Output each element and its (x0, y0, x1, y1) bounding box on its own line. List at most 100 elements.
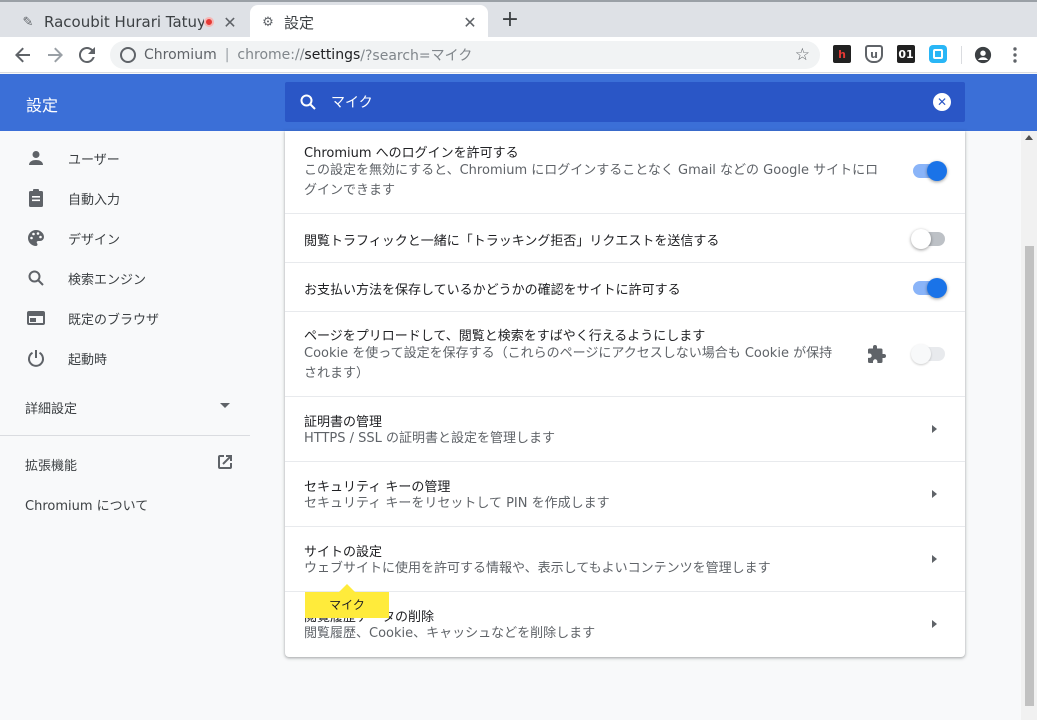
toggle-payment-methods[interactable] (913, 278, 947, 298)
url-scheme: chrome:// (237, 47, 305, 63)
bookmark-star-icon[interactable]: ☆ (795, 45, 810, 65)
chevron-down-icon[interactable] (220, 403, 230, 408)
sidebar-item-autofill[interactable]: 自動入力 (0, 178, 250, 218)
sidebar-advanced[interactable]: 詳細設定 (25, 398, 77, 417)
search-icon (24, 270, 48, 286)
browser-icon (24, 311, 48, 325)
privacy-settings-card: Chromium へのログインを許可する この設定を無効にすると、Chromiu… (285, 131, 965, 657)
settings-search[interactable]: マイク ✕ (285, 82, 965, 122)
scrollbar[interactable] (1021, 131, 1037, 720)
settings-header: 設定 マイク ✕ (0, 74, 1037, 131)
tab-racoubit[interactable]: ✎ Racoubit Hurari Tatuya ✕ (10, 5, 248, 39)
browser-toolbar: Chromium | chrome:// settings /?search=マ… (0, 37, 1037, 73)
sidebar-item-label: 自動入力 (68, 192, 121, 208)
feather-icon: ✎ (22, 14, 34, 30)
extension-puzzle-icon[interactable] (867, 345, 887, 369)
back-button[interactable] (7, 39, 39, 71)
palette-icon (24, 229, 48, 247)
new-tab-button[interactable]: + (498, 8, 522, 32)
close-tab-button[interactable]: ✕ (222, 13, 238, 32)
url-host: settings (304, 47, 361, 63)
person-icon (24, 150, 48, 166)
search-icon (285, 94, 331, 110)
sidebar-item-label: 既定のブラウザ (68, 312, 160, 328)
sidebar: ユーザー 自動入力 デザイン 検索エンジン 既定のブラウザ 起動時 詳細設定 拡… (0, 131, 250, 720)
toggle-allow-signin[interactable] (913, 161, 947, 181)
reload-button[interactable] (71, 39, 103, 71)
sidebar-item-label: 検索エンジン (68, 272, 147, 288)
tab-title: 設定 (284, 13, 315, 32)
setting-label: サイトの設定 (304, 545, 383, 560)
setting-description: この設定を無効にすると、Chromium にログインすることなく Gmail な… (304, 163, 879, 198)
chevron-right-icon (932, 555, 937, 563)
recording-icon (204, 17, 214, 27)
address-bar[interactable]: Chromium | chrome:// settings /?search=マ… (110, 41, 820, 69)
setting-row-do-not-track[interactable]: 閲覧トラフィックと一緒に「トラッキング拒否」リクエストを送信する (285, 214, 965, 263)
page-title: 設定 (26, 96, 59, 115)
sidebar-item-appearance[interactable]: デザイン (0, 218, 250, 258)
origin-separator: | (224, 47, 230, 63)
setting-row-security-keys[interactable]: セキュリティ キーの管理 セキュリティ キーをリセットして PIN を作成します (285, 462, 965, 527)
setting-description: セキュリティ キーをリセットして PIN を作成します (304, 496, 610, 511)
open-in-new-icon[interactable] (217, 454, 233, 474)
h-extension-icon[interactable]: h (833, 45, 851, 63)
sidebar-extensions[interactable]: 拡張機能 (25, 455, 77, 474)
search-input[interactable]: マイク (331, 92, 933, 112)
scroll-up-arrow-icon[interactable] (1025, 135, 1033, 140)
close-tab-button[interactable]: ✕ (462, 13, 478, 32)
clipboard-icon (24, 189, 48, 207)
more-vert-icon (1013, 46, 1017, 63)
setting-description: Cookie を使って設定を保存する（これらのページにアクセスしない場合も Co… (304, 346, 833, 381)
setting-row-preload[interactable]: ページをプリロードして、閲覧と検索をすばやく行えるようにします Cookie を… (285, 312, 965, 397)
setting-label: お支払い方法を保存しているかどうかの確認をサイトに許可する (304, 283, 681, 298)
sidebar-item-label: デザイン (68, 232, 121, 248)
arrow-right-icon (48, 47, 63, 62)
clear-search-button[interactable]: ✕ (933, 93, 951, 111)
url-path: /?search=マイク (360, 48, 473, 64)
sidebar-item-on-startup[interactable]: 起動時 (0, 338, 250, 378)
setting-label: ページをプリロードして、閲覧と検索をすばやく行えるようにします (304, 329, 706, 344)
setting-label: セキュリティ キーの管理 (304, 480, 451, 495)
setting-description: 閲覧履歴、Cookie、キャッシュなどを削除します (304, 626, 596, 641)
chromium-icon (120, 47, 136, 63)
setting-label: 証明書の管理 (304, 415, 383, 430)
setting-row-payment-methods[interactable]: お支払い方法を保存しているかどうかの確認をサイトに許可する (285, 263, 965, 312)
ublock-icon[interactable]: u (865, 45, 883, 63)
reload-icon (79, 46, 95, 63)
setting-description: ウェブサイトに使用を許可する情報や、表示してもよいコンテンツを管理します (304, 561, 771, 576)
account-circle-icon (974, 46, 992, 63)
setting-row-allow-signin[interactable]: Chromium へのログインを許可する この設定を無効にすると、Chromiu… (285, 131, 965, 214)
sidebar-about[interactable]: Chromium について (25, 495, 148, 514)
chevron-right-icon (932, 490, 937, 498)
sidebar-item-users[interactable]: ユーザー (0, 138, 250, 178)
tab-strip: ✎ Racoubit Hurari Tatuya ✕ ⚙ 設定 ✕ + (0, 0, 1037, 39)
setting-label: Chromium へのログインを許可する (304, 146, 519, 161)
profile-button[interactable] (967, 39, 999, 71)
chevron-right-icon (932, 620, 937, 628)
forward-button[interactable] (39, 39, 71, 71)
setting-row-certificates[interactable]: 証明書の管理 HTTPS / SSL の証明書と設定を管理します (285, 397, 965, 462)
toggle-preload[interactable] (911, 344, 945, 364)
sidebar-item-label: 起動時 (68, 352, 108, 368)
origin-label: Chromium (144, 47, 217, 63)
arrow-left-icon (15, 47, 30, 62)
power-icon (24, 349, 48, 367)
toolbar-divider (961, 46, 962, 64)
sidebar-item-default-browser[interactable]: 既定のブラウザ (0, 298, 250, 338)
tab-settings[interactable]: ⚙ 設定 ✕ (250, 5, 488, 39)
sidebar-item-label: ユーザー (68, 152, 120, 168)
menu-button[interactable] (999, 39, 1031, 71)
sidebar-divider (0, 435, 250, 436)
setting-label: 閲覧トラフィックと一緒に「トラッキング拒否」リクエストを送信する (304, 234, 720, 249)
binary-01-icon[interactable]: 01 (897, 45, 915, 63)
tab-title: Racoubit Hurari Tatuya (44, 13, 204, 31)
setting-row-site-settings[interactable]: サイトの設定 ウェブサイトに使用を許可する情報や、表示してもよいコンテンツを管理… (285, 527, 965, 592)
search-highlight-bubble: マイク (305, 584, 389, 618)
square-ext-icon[interactable] (929, 45, 947, 63)
gear-icon: ⚙ (262, 14, 274, 30)
sidebar-item-search-engine[interactable]: 検索エンジン (0, 258, 250, 298)
scrollbar-thumb[interactable] (1025, 246, 1034, 706)
setting-description: HTTPS / SSL の証明書と設定を管理します (304, 431, 556, 446)
toggle-do-not-track[interactable] (911, 229, 945, 249)
chevron-right-icon (932, 425, 937, 433)
